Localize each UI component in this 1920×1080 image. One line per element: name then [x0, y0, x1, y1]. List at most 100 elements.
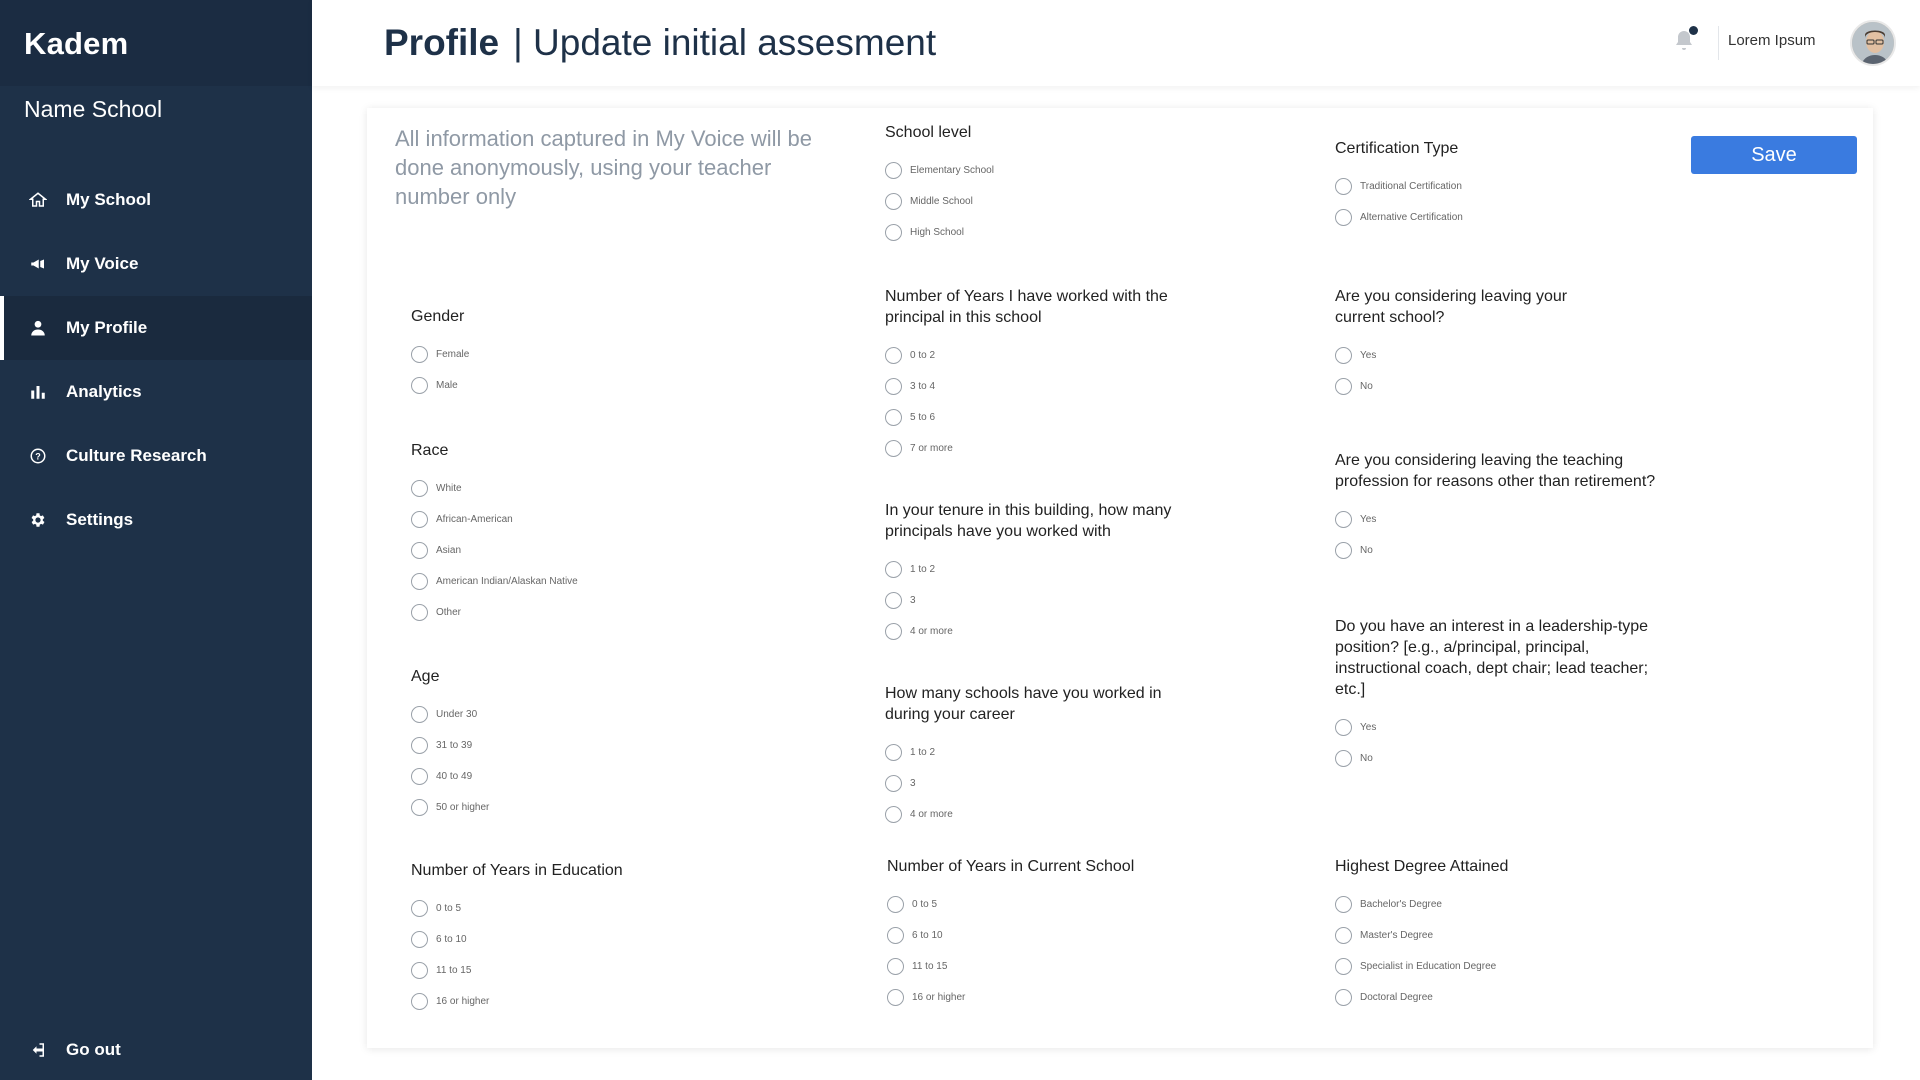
radio-button[interactable]	[411, 768, 428, 785]
radio-option[interactable]: No	[1335, 371, 1605, 402]
radio-option[interactable]: 1 to 2	[885, 554, 1205, 585]
radio-button[interactable]	[885, 806, 902, 823]
radio-option[interactable]: Middle School	[885, 186, 994, 217]
user-name[interactable]: Lorem Ipsum	[1728, 32, 1816, 49]
go-out-button[interactable]: Go out	[28, 1040, 121, 1060]
radio-button[interactable]	[411, 993, 428, 1010]
radio-option[interactable]: 4 or more	[885, 616, 1205, 647]
notification-bell-icon[interactable]	[1672, 26, 1698, 56]
radio-button[interactable]	[411, 573, 428, 590]
radio-option[interactable]: Yes	[1335, 340, 1605, 371]
sidebar-item-settings[interactable]: Settings	[0, 488, 312, 552]
sidebar-item-culture-research[interactable]: ? Culture Research	[0, 424, 312, 488]
radio-option[interactable]: No	[1335, 535, 1675, 566]
radio-option[interactable]: 6 to 10	[887, 920, 1134, 951]
radio-option[interactable]: American Indian/Alaskan Native	[411, 566, 578, 597]
radio-option[interactable]: Doctoral Degree	[1335, 982, 1508, 1013]
radio-option[interactable]: 40 to 49	[411, 761, 489, 792]
sidebar-item-my-school[interactable]: My School	[0, 168, 312, 232]
radio-button[interactable]	[411, 900, 428, 917]
radio-button[interactable]	[1335, 347, 1352, 364]
radio-option[interactable]: 6 to 10	[411, 924, 623, 955]
radio-button[interactable]	[411, 377, 428, 394]
radio-option[interactable]: 16 or higher	[887, 982, 1134, 1013]
radio-button[interactable]	[885, 162, 902, 179]
radio-option[interactable]: Asian	[411, 535, 578, 566]
radio-button[interactable]	[411, 604, 428, 621]
radio-option[interactable]: White	[411, 473, 578, 504]
radio-button[interactable]	[411, 542, 428, 559]
radio-button[interactable]	[1335, 958, 1352, 975]
radio-option[interactable]: 5 to 6	[885, 402, 1185, 433]
radio-button[interactable]	[411, 799, 428, 816]
radio-button[interactable]	[411, 931, 428, 948]
radio-option[interactable]: 0 to 5	[887, 889, 1134, 920]
radio-button[interactable]	[885, 193, 902, 210]
radio-button[interactable]	[885, 744, 902, 761]
radio-option[interactable]: 4 or more	[885, 799, 1185, 830]
radio-option[interactable]: Specialist in Education Degree	[1335, 951, 1508, 982]
radio-button[interactable]	[887, 927, 904, 944]
radio-button[interactable]	[411, 706, 428, 723]
radio-option[interactable]: Other	[411, 597, 578, 628]
radio-button[interactable]	[887, 989, 904, 1006]
radio-option[interactable]: Yes	[1335, 712, 1665, 743]
radio-button[interactable]	[885, 592, 902, 609]
radio-button[interactable]	[887, 958, 904, 975]
radio-button[interactable]	[1335, 209, 1352, 226]
radio-option[interactable]: Master's Degree	[1335, 920, 1508, 951]
radio-option[interactable]: 7 or more	[885, 433, 1185, 464]
radio-button[interactable]	[1335, 989, 1352, 1006]
radio-button[interactable]	[885, 623, 902, 640]
radio-option[interactable]: Male	[411, 370, 469, 401]
radio-option[interactable]: 0 to 5	[411, 893, 623, 924]
radio-option[interactable]: Under 30	[411, 699, 489, 730]
save-button[interactable]: Save	[1691, 136, 1857, 174]
radio-option[interactable]: Female	[411, 339, 469, 370]
radio-button[interactable]	[887, 896, 904, 913]
sidebar-item-analytics[interactable]: Analytics	[0, 360, 312, 424]
radio-option[interactable]: High School	[885, 217, 994, 248]
radio-option[interactable]: Yes	[1335, 504, 1675, 535]
radio-option[interactable]: 50 or higher	[411, 792, 489, 823]
radio-option[interactable]: 1 to 2	[885, 737, 1185, 768]
radio-button[interactable]	[885, 775, 902, 792]
radio-button[interactable]	[411, 737, 428, 754]
radio-option[interactable]: Bachelor's Degree	[1335, 889, 1508, 920]
radio-option[interactable]: Elementary School	[885, 155, 994, 186]
radio-button[interactable]	[1335, 178, 1352, 195]
radio-option[interactable]: Traditional Certification	[1335, 171, 1463, 202]
radio-button[interactable]	[1335, 542, 1352, 559]
radio-button[interactable]	[885, 378, 902, 395]
radio-button[interactable]	[411, 346, 428, 363]
radio-option[interactable]: 3 to 4	[885, 371, 1185, 402]
radio-button[interactable]	[885, 561, 902, 578]
radio-label: High School	[910, 227, 964, 238]
radio-button[interactable]	[885, 224, 902, 241]
sidebar-item-my-profile[interactable]: My Profile	[0, 296, 312, 360]
radio-button[interactable]	[411, 480, 428, 497]
radio-button[interactable]	[411, 962, 428, 979]
radio-option[interactable]: No	[1335, 743, 1665, 774]
radio-option[interactable]: 3	[885, 585, 1205, 616]
radio-button[interactable]	[1335, 719, 1352, 736]
radio-button[interactable]	[885, 440, 902, 457]
radio-option[interactable]: Alternative Certification	[1335, 202, 1463, 233]
radio-button[interactable]	[1335, 927, 1352, 944]
radio-button[interactable]	[1335, 896, 1352, 913]
radio-option[interactable]: African-American	[411, 504, 578, 535]
radio-option[interactable]: 16 or higher	[411, 986, 623, 1017]
radio-option[interactable]: 11 to 15	[411, 955, 623, 986]
radio-option[interactable]: 3	[885, 768, 1185, 799]
radio-button[interactable]	[1335, 378, 1352, 395]
radio-option[interactable]: 0 to 2	[885, 340, 1185, 371]
radio-button[interactable]	[1335, 750, 1352, 767]
radio-button[interactable]	[411, 511, 428, 528]
sidebar-item-my-voice[interactable]: My Voice	[0, 232, 312, 296]
radio-button[interactable]	[885, 409, 902, 426]
radio-button[interactable]	[885, 347, 902, 364]
radio-option[interactable]: 31 to 39	[411, 730, 489, 761]
radio-option[interactable]: 11 to 15	[887, 951, 1134, 982]
avatar[interactable]	[1850, 20, 1896, 66]
radio-button[interactable]	[1335, 511, 1352, 528]
